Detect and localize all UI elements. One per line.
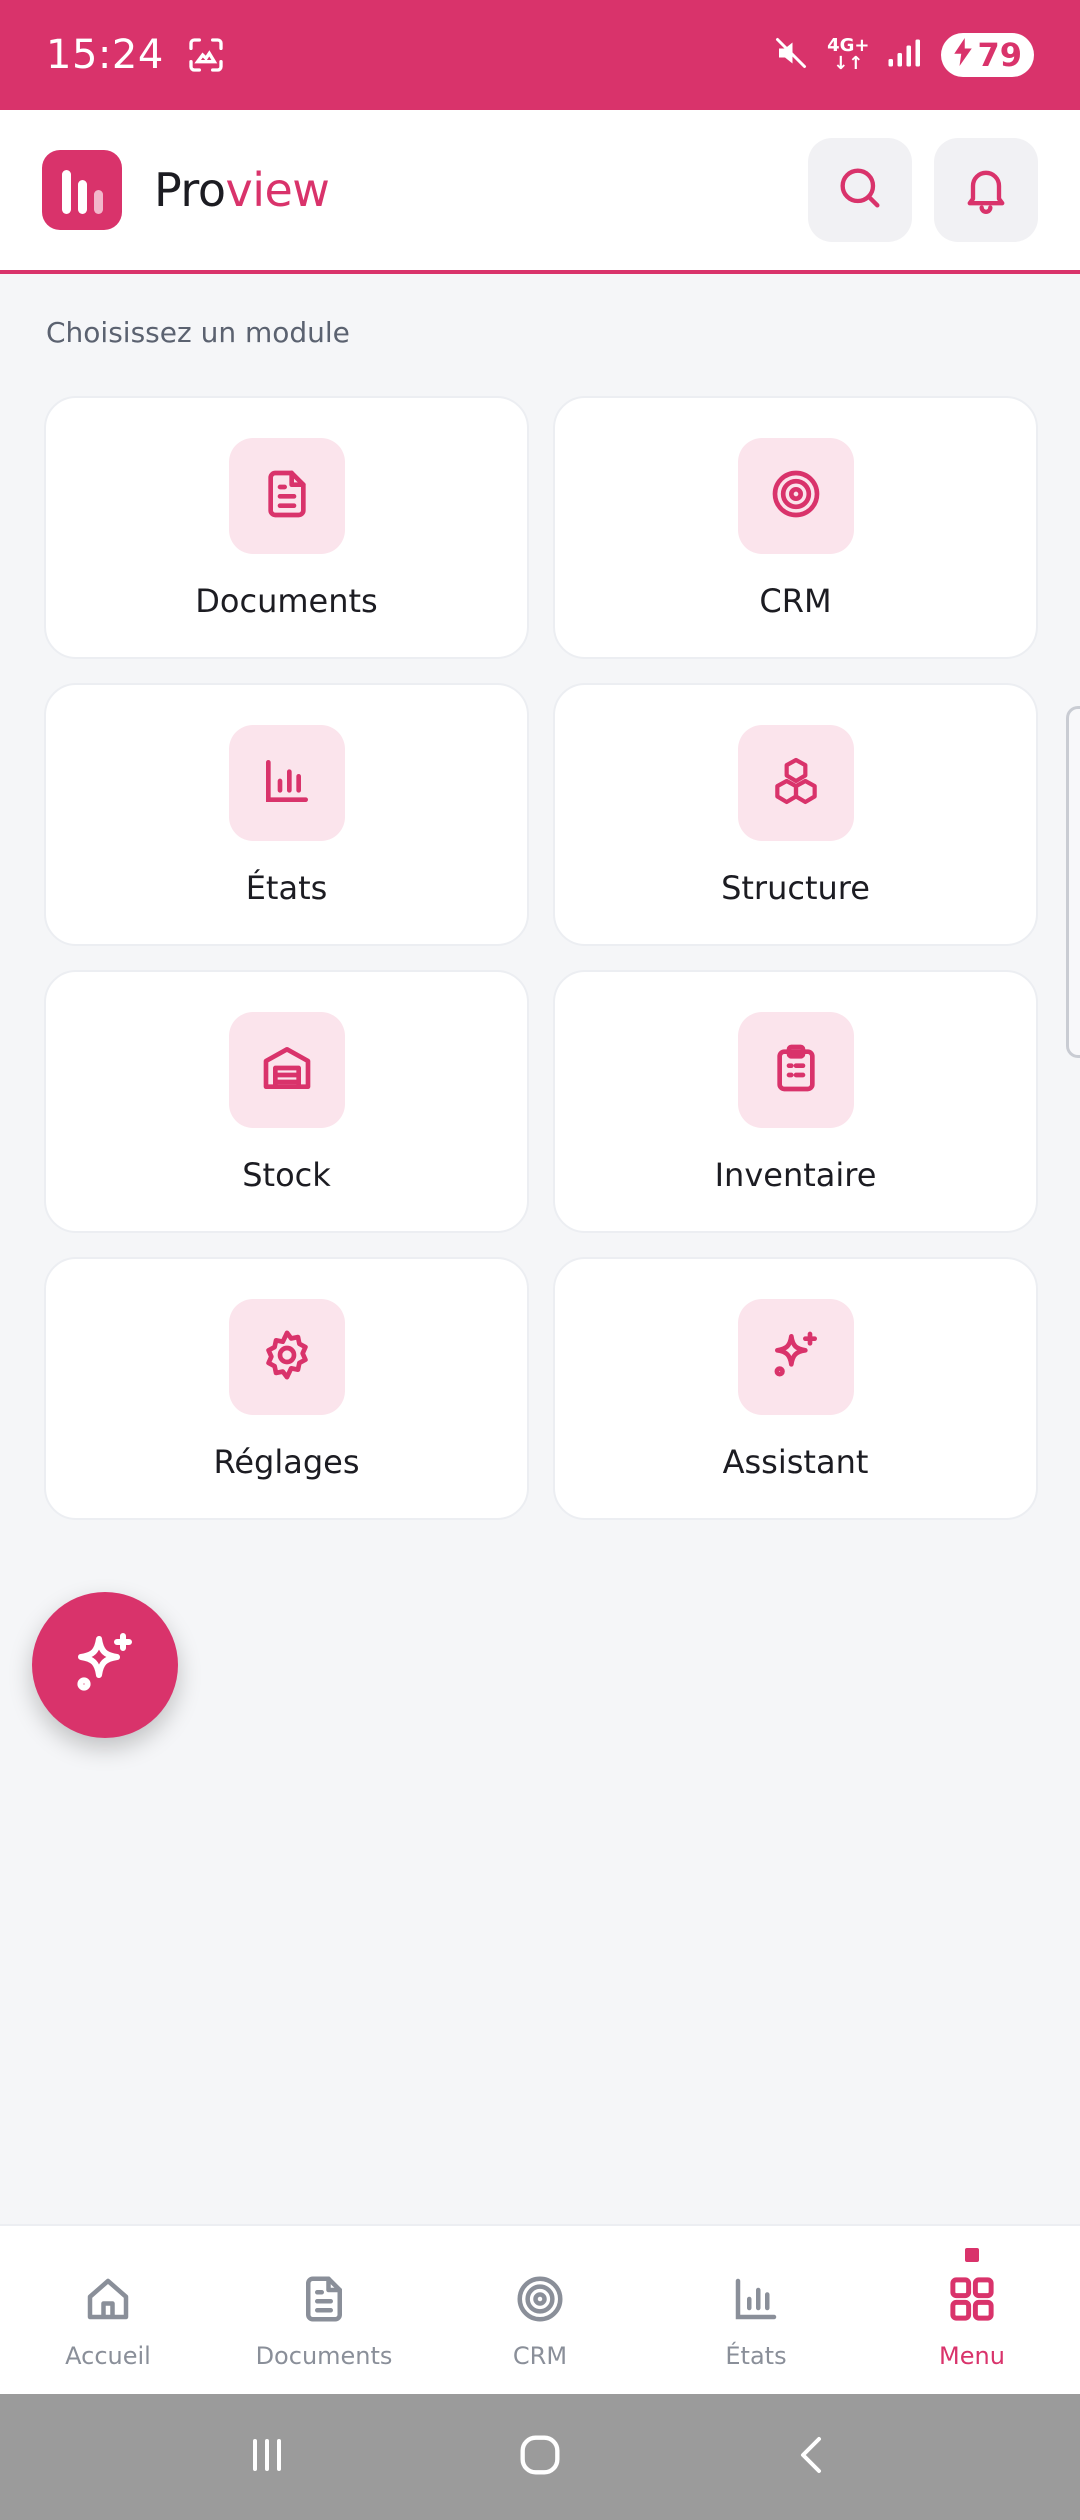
module-card-inventaire[interactable]: Inventaire	[553, 970, 1038, 1233]
nav-item-menu[interactable]: Menu	[864, 2226, 1080, 2394]
brand-name: Proview	[154, 163, 330, 217]
warehouse-icon	[259, 1040, 315, 1100]
module-label: Inventaire	[714, 1156, 877, 1194]
data-arrows-icon: ↓↑	[833, 53, 864, 74]
module-card-etats[interactable]: États	[44, 683, 529, 946]
status-time: 15:24	[46, 32, 164, 78]
bar-chart-icon	[729, 2272, 783, 2330]
assistant-fab[interactable]	[32, 1592, 178, 1738]
gear-icon	[259, 1327, 315, 1387]
bottom-nav: Accueil Documents CRM États Menu	[0, 2224, 1080, 2394]
nav-item-documents[interactable]: Documents	[216, 2226, 432, 2394]
module-card-assistant[interactable]: Assistant	[553, 1257, 1038, 1520]
module-label: Documents	[195, 582, 378, 620]
app-header: Proview	[0, 110, 1080, 274]
module-card-reglages[interactable]: Réglages	[44, 1257, 529, 1520]
module-card-documents[interactable]: Documents	[44, 396, 529, 659]
mute-icon	[773, 35, 809, 75]
module-card-crm[interactable]: CRM	[553, 396, 1038, 659]
nav-label: Menu	[939, 2342, 1005, 2370]
target-icon	[768, 466, 824, 526]
nav-label: CRM	[512, 2342, 568, 2370]
module-card-stock[interactable]: Stock	[44, 970, 529, 1233]
module-card-structure[interactable]: Structure	[553, 683, 1038, 946]
clipboard-icon	[768, 1040, 824, 1100]
module-label: Assistant	[722, 1443, 869, 1481]
battery-indicator: 79	[941, 33, 1034, 77]
sparkles-icon	[69, 1627, 141, 1703]
nav-label: Accueil	[65, 2342, 151, 2370]
bell-icon	[960, 162, 1012, 218]
document-icon	[297, 2272, 351, 2330]
network-type: 4G+ ↓↑	[827, 35, 870, 74]
screenshot-icon	[186, 35, 226, 75]
home-icon	[81, 2272, 135, 2330]
search-icon	[834, 162, 886, 218]
module-label: Structure	[721, 869, 870, 907]
sparkles-icon	[768, 1327, 824, 1387]
module-label: Réglages	[213, 1443, 360, 1481]
nav-item-etats[interactable]: États	[648, 2226, 864, 2394]
app-logo	[42, 150, 122, 230]
nav-item-crm[interactable]: CRM	[432, 2226, 648, 2394]
edge-panel-handle[interactable]	[1066, 706, 1080, 1058]
recents-button[interactable]	[237, 2427, 297, 2487]
nav-label: États	[725, 2342, 787, 2370]
module-grid: Documents CRM États Structure Stock Inve…	[44, 396, 1038, 1520]
grid-icon	[945, 2272, 999, 2330]
back-icon	[789, 2431, 837, 2483]
back-button[interactable]	[783, 2427, 843, 2487]
battery-level: 79	[977, 36, 1022, 74]
cubes-icon	[768, 753, 824, 813]
bar-chart-icon	[259, 753, 315, 813]
module-label: États	[245, 869, 328, 907]
notifications-button[interactable]	[934, 138, 1038, 242]
status-bar: 15:24 4G+ ↓↑ 79	[0, 0, 1080, 110]
module-label: CRM	[759, 582, 832, 620]
module-label: Stock	[242, 1156, 331, 1194]
active-indicator	[965, 2248, 979, 2262]
recents-icon	[243, 2431, 291, 2483]
home-button[interactable]	[510, 2427, 570, 2487]
document-icon	[259, 466, 315, 526]
system-nav-bar	[0, 2394, 1080, 2520]
charging-icon	[953, 36, 973, 74]
home-circle-icon	[514, 2429, 566, 2485]
search-button[interactable]	[808, 138, 912, 242]
nav-item-accueil[interactable]: Accueil	[0, 2226, 216, 2394]
section-label: Choisissez un module	[46, 316, 350, 349]
signal-icon	[887, 37, 923, 73]
nav-label: Documents	[255, 2342, 393, 2370]
target-icon	[513, 2272, 567, 2330]
